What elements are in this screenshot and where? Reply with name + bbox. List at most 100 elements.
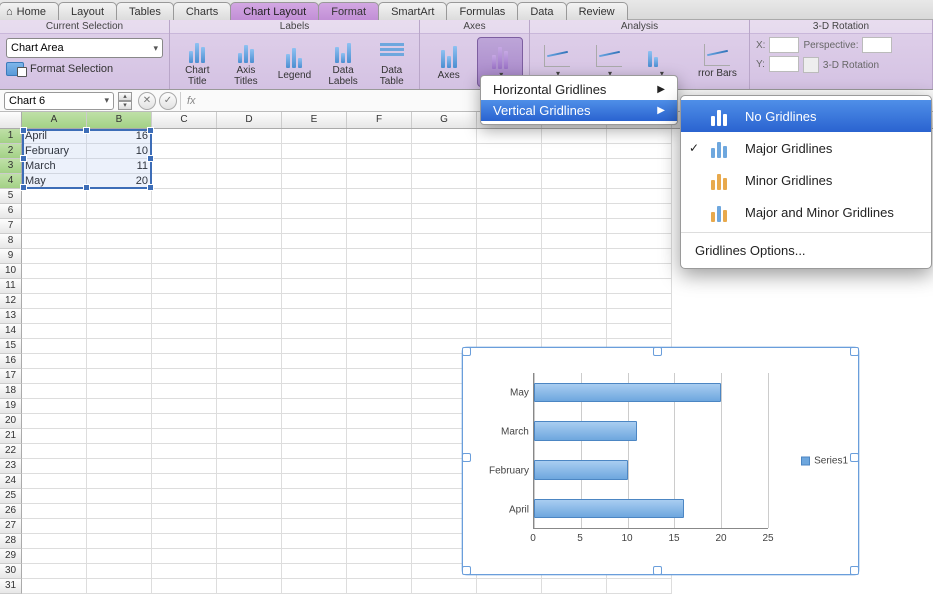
cancel-formula-button[interactable]: ✕ xyxy=(138,92,156,110)
cell-J3[interactable] xyxy=(607,159,672,174)
cell-E30[interactable] xyxy=(282,564,347,579)
legend-button[interactable]: Legend xyxy=(273,37,316,87)
cell-F4[interactable] xyxy=(347,174,412,189)
cell-H3[interactable] xyxy=(477,159,542,174)
trendline-button[interactable]: ▾ xyxy=(536,45,578,78)
row-header-15[interactable]: 15 xyxy=(0,339,22,354)
cell-F3[interactable] xyxy=(347,159,412,174)
cell-F9[interactable] xyxy=(347,249,412,264)
cell-C28[interactable] xyxy=(152,534,217,549)
cell-C19[interactable] xyxy=(152,399,217,414)
cell-G9[interactable] xyxy=(412,249,477,264)
cell-E1[interactable] xyxy=(282,129,347,144)
cell-E9[interactable] xyxy=(282,249,347,264)
menu-minor-gridlines[interactable]: Minor Gridlines xyxy=(681,164,931,196)
cell-G1[interactable] xyxy=(412,129,477,144)
cell-D24[interactable] xyxy=(217,474,282,489)
cell-F25[interactable] xyxy=(347,489,412,504)
row-header-2[interactable]: 2 xyxy=(0,144,22,159)
cell-J11[interactable] xyxy=(607,279,672,294)
cell-E20[interactable] xyxy=(282,414,347,429)
cell-E28[interactable] xyxy=(282,534,347,549)
cell-A5[interactable] xyxy=(22,189,87,204)
row-header-26[interactable]: 26 xyxy=(0,504,22,519)
cell-A26[interactable] xyxy=(22,504,87,519)
cell-C4[interactable] xyxy=(152,174,217,189)
menu-gridlines-options[interactable]: Gridlines Options... xyxy=(681,237,931,264)
row-header-31[interactable]: 31 xyxy=(0,579,22,594)
cell-C2[interactable] xyxy=(152,144,217,159)
cell-H11[interactable] xyxy=(477,279,542,294)
cell-F6[interactable] xyxy=(347,204,412,219)
cell-D2[interactable] xyxy=(217,144,282,159)
row-header-3[interactable]: 3 xyxy=(0,159,22,174)
cell-B19[interactable] xyxy=(87,399,152,414)
rotation-y-input[interactable] xyxy=(769,56,799,72)
name-box[interactable]: Chart 6▾ xyxy=(4,92,114,110)
chart-bar-May[interactable] xyxy=(534,383,721,402)
cell-A10[interactable] xyxy=(22,264,87,279)
cell-D14[interactable] xyxy=(217,324,282,339)
rotation-x-input[interactable] xyxy=(769,37,799,53)
row-header-19[interactable]: 19 xyxy=(0,399,22,414)
cell-C12[interactable] xyxy=(152,294,217,309)
cell-D23[interactable] xyxy=(217,459,282,474)
cell-E27[interactable] xyxy=(282,519,347,534)
cell-E18[interactable] xyxy=(282,384,347,399)
cell-G31[interactable] xyxy=(412,579,477,594)
cell-D26[interactable] xyxy=(217,504,282,519)
cell-F23[interactable] xyxy=(347,459,412,474)
cell-A7[interactable] xyxy=(22,219,87,234)
cell-J2[interactable] xyxy=(607,144,672,159)
row-header-27[interactable]: 27 xyxy=(0,519,22,534)
cell-H10[interactable] xyxy=(477,264,542,279)
row-header-25[interactable]: 25 xyxy=(0,489,22,504)
cell-D21[interactable] xyxy=(217,429,282,444)
cell-F7[interactable] xyxy=(347,219,412,234)
cell-J10[interactable] xyxy=(607,264,672,279)
cell-F26[interactable] xyxy=(347,504,412,519)
cell-J31[interactable] xyxy=(607,579,672,594)
cell-I10[interactable] xyxy=(542,264,607,279)
cell-D19[interactable] xyxy=(217,399,282,414)
row-header-1[interactable]: 1 xyxy=(0,129,22,144)
cell-F11[interactable] xyxy=(347,279,412,294)
row-header-14[interactable]: 14 xyxy=(0,324,22,339)
cell-A12[interactable] xyxy=(22,294,87,309)
cell-G14[interactable] xyxy=(412,324,477,339)
cell-F19[interactable] xyxy=(347,399,412,414)
row-header-8[interactable]: 8 xyxy=(0,234,22,249)
row-header-4[interactable]: 4 xyxy=(0,174,22,189)
cell-G5[interactable] xyxy=(412,189,477,204)
cell-H7[interactable] xyxy=(477,219,542,234)
cell-B29[interactable] xyxy=(87,549,152,564)
cell-F22[interactable] xyxy=(347,444,412,459)
row-header-10[interactable]: 10 xyxy=(0,264,22,279)
cell-D7[interactable] xyxy=(217,219,282,234)
cell-J12[interactable] xyxy=(607,294,672,309)
cell-J14[interactable] xyxy=(607,324,672,339)
column-header-C[interactable]: C xyxy=(152,112,217,128)
cell-D1[interactable] xyxy=(217,129,282,144)
chart-title-button[interactable]: Chart Title xyxy=(176,37,219,87)
cell-I8[interactable] xyxy=(542,234,607,249)
cell-C10[interactable] xyxy=(152,264,217,279)
cell-B17[interactable] xyxy=(87,369,152,384)
cell-D13[interactable] xyxy=(217,309,282,324)
cell-G4[interactable] xyxy=(412,174,477,189)
cell-J7[interactable] xyxy=(607,219,672,234)
cell-E5[interactable] xyxy=(282,189,347,204)
cell-A23[interactable] xyxy=(22,459,87,474)
cell-B27[interactable] xyxy=(87,519,152,534)
cell-H8[interactable] xyxy=(477,234,542,249)
cell-A11[interactable] xyxy=(22,279,87,294)
column-header-B[interactable]: B xyxy=(87,112,152,128)
cell-E7[interactable] xyxy=(282,219,347,234)
cell-A13[interactable] xyxy=(22,309,87,324)
cell-B11[interactable] xyxy=(87,279,152,294)
cell-F17[interactable] xyxy=(347,369,412,384)
cell-D4[interactable] xyxy=(217,174,282,189)
cell-I31[interactable] xyxy=(542,579,607,594)
cell-E3[interactable] xyxy=(282,159,347,174)
menu-major-gridlines[interactable]: ✓ Major Gridlines xyxy=(681,132,931,164)
